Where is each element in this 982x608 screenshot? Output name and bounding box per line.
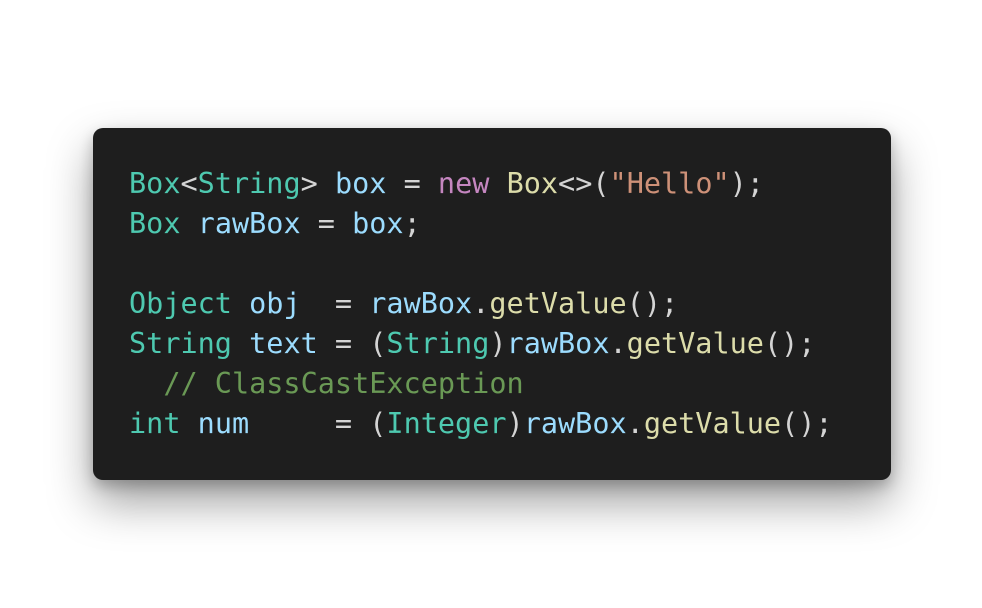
- code-token: String: [197, 167, 301, 200]
- code-token: int: [129, 407, 181, 440]
- code-token: rawBox: [369, 287, 473, 320]
- code-token: text: [249, 327, 318, 360]
- code-token: ;: [403, 207, 421, 240]
- code-line-2: Box rawBox = box;: [129, 204, 891, 244]
- code-token: obj: [249, 287, 301, 320]
- code-token: rawBox: [197, 207, 301, 240]
- code-token: <: [180, 167, 198, 200]
- code-token: Box: [506, 167, 559, 200]
- code-token: Box: [129, 207, 181, 240]
- code-token: <>(: [558, 167, 610, 200]
- code-snippet-card: Box<String> box = new Box<>("Hello"); Box…: [93, 128, 891, 480]
- code-token: Box: [129, 167, 181, 200]
- code-token: box: [352, 207, 404, 240]
- code-token: String: [129, 327, 232, 360]
- code-token: new: [437, 167, 490, 200]
- code-token: "Hello": [609, 167, 730, 200]
- code-token: ();: [781, 407, 833, 440]
- code-token: ): [506, 407, 524, 440]
- code-token: ();: [763, 327, 816, 360]
- code-token: = (: [249, 407, 387, 440]
- code-token: rawBox: [506, 327, 610, 360]
- code-token: >: [300, 167, 335, 200]
- code-token: num: [197, 407, 250, 440]
- code-line-7: int num = (Integer)rawBox.getValue();: [129, 404, 891, 444]
- code-token: =: [300, 287, 370, 320]
- code-token: getValue: [626, 327, 764, 360]
- code-token: getValue: [643, 407, 782, 440]
- code-token: = (: [317, 327, 387, 360]
- code-line-5: String text = (String)rawBox.getValue();: [129, 324, 891, 364]
- code-token: ();: [626, 287, 679, 320]
- code-line-6: // ClassCastException: [129, 364, 891, 404]
- code-line-4: Object obj = rawBox.getValue();: [129, 284, 891, 324]
- code-block: Box<String> box = new Box<>("Hello"); Box…: [129, 164, 891, 444]
- code-line-1: Box<String> box = new Box<>("Hello");: [129, 164, 891, 204]
- code-token: .: [626, 407, 644, 440]
- code-token: rawBox: [523, 407, 627, 440]
- code-comment: // ClassCastException: [163, 367, 524, 400]
- code-token: getValue: [489, 287, 627, 320]
- code-token: =: [300, 207, 353, 240]
- code-token: .: [472, 287, 490, 320]
- code-token: box: [334, 167, 387, 200]
- code-token: );: [729, 167, 764, 200]
- code-token: String: [386, 327, 490, 360]
- code-token: Object: [129, 287, 232, 320]
- code-token: .: [609, 327, 627, 360]
- code-token: =: [386, 167, 438, 200]
- code-token: Integer: [386, 407, 507, 440]
- code-token: ): [489, 327, 507, 360]
